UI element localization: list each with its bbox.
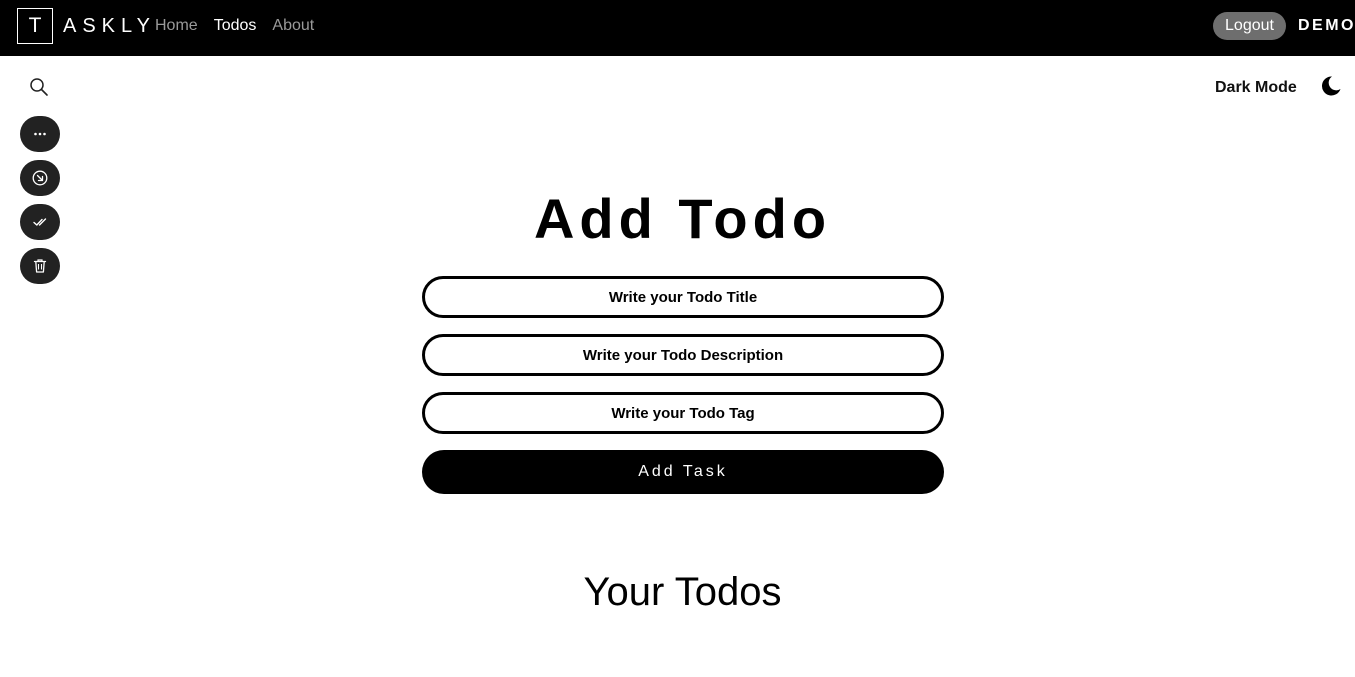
user-name: DEMO [1298, 17, 1355, 34]
brand-logo[interactable]: T ASKLY [17, 8, 156, 44]
brand-initial: T [17, 8, 53, 44]
search-icon[interactable] [29, 77, 49, 97]
nav-link-home[interactable]: Home [155, 17, 198, 35]
add-task-button[interactable]: Add Task [422, 450, 944, 494]
moon-icon[interactable] [1320, 75, 1342, 97]
navbar: T ASKLY Home Todos About Logout DEMO [0, 0, 1355, 56]
logout-button[interactable]: Logout [1213, 12, 1286, 40]
more-horizontal-icon [34, 132, 46, 136]
more-options-button[interactable] [20, 116, 60, 152]
arrow-down-right-circle-icon [32, 170, 48, 186]
todo-tag-input[interactable] [422, 392, 944, 434]
todos-heading: Your Todos [583, 570, 782, 614]
nav-link-todos[interactable]: Todos [214, 17, 257, 35]
page-title: Add Todo [533, 187, 832, 250]
todo-title-input[interactable] [422, 276, 944, 318]
delete-tasks-button[interactable] [20, 248, 60, 284]
brand-name: ASKLY [63, 14, 156, 37]
nav-link-about[interactable]: About [272, 17, 314, 35]
todo-description-input[interactable] [422, 334, 944, 376]
dark-mode-label[interactable]: Dark Mode [1215, 79, 1297, 97]
trash-icon [33, 259, 47, 273]
nav-links: Home Todos About [155, 17, 314, 35]
